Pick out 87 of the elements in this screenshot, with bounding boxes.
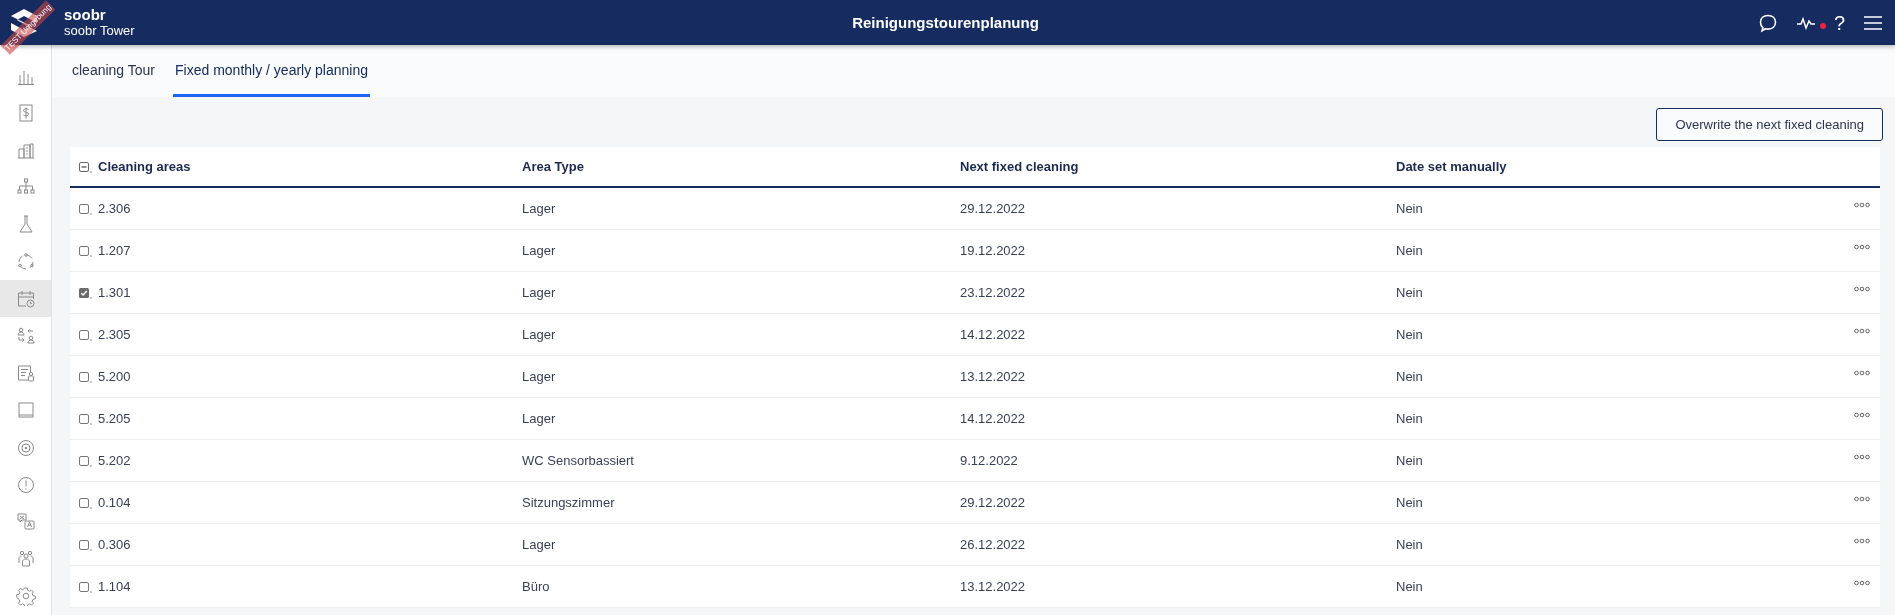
tab[interactable]: cleaning Tour: [70, 45, 158, 97]
checkbox[interactable]: [78, 202, 92, 215]
alert-icon: [15, 474, 36, 495]
checkbox[interactable]: [78, 580, 92, 593]
table-cell: Nein: [1396, 537, 1423, 552]
checkbox[interactable]: [78, 370, 92, 383]
table-cell: Nein: [1396, 201, 1423, 216]
table-cell: Nein: [1396, 327, 1423, 342]
table-cell: 14.12.2022: [960, 327, 1026, 342]
table-cell: 2.305: [98, 327, 131, 342]
pulse-icon[interactable]: [1795, 15, 1816, 30]
more-icon[interactable]: [1854, 537, 1870, 544]
checkbox[interactable]: [78, 160, 92, 173]
tab[interactable]: Fixed monthly / yearly planning: [173, 45, 371, 97]
column-header: Area Type: [522, 159, 584, 174]
table-cell: 5.200: [98, 369, 131, 384]
column-header: Next fixed cleaning: [960, 159, 1079, 174]
more-icon[interactable]: [1854, 579, 1870, 586]
calendar-clock-icon: [15, 288, 36, 309]
table-cell: 19.12.2022: [960, 243, 1026, 258]
table-cell: 9.12.2022: [960, 453, 1018, 468]
checkbox[interactable]: [78, 244, 92, 257]
table-cell: Nein: [1396, 495, 1423, 510]
table-cell: 0.104: [98, 495, 131, 510]
table-cell: Nein: [1396, 369, 1423, 384]
table-cell: Nein: [1396, 285, 1423, 300]
menu-icon[interactable]: [1863, 14, 1883, 31]
table-cell: 1.301: [98, 285, 131, 300]
table-cell: 29.12.2022: [960, 201, 1026, 216]
table-cell: Büro: [522, 579, 550, 594]
table-cell: 1.207: [98, 243, 131, 258]
more-icon[interactable]: [1854, 495, 1870, 502]
checkbox[interactable]: [78, 538, 92, 551]
table-cell: Lager: [522, 201, 556, 216]
column-header: Date set manually: [1396, 159, 1507, 174]
table-cell: Lager: [522, 369, 556, 384]
table-cell: 5.202: [98, 453, 131, 468]
site-name: soobr Tower: [64, 22, 135, 39]
book-icon: [15, 400, 36, 421]
more-icon[interactable]: [1854, 285, 1870, 292]
table-cell: 0.306: [98, 537, 131, 552]
sidebar-item[interactable]: [0, 280, 51, 318]
more-icon[interactable]: [1854, 201, 1870, 208]
page-title: Reinigungstourenplanung: [851, 14, 1040, 31]
table-cell: 1.104: [98, 579, 131, 594]
table-cell: Nein: [1396, 579, 1423, 594]
table-cell: 23.12.2022: [960, 285, 1026, 300]
translate-icon: [15, 512, 36, 533]
table-cell: Sitzungszimmer: [522, 495, 615, 510]
more-icon[interactable]: [1854, 453, 1870, 460]
checkbox[interactable]: [78, 328, 92, 341]
table-cell: 14.12.2022: [960, 411, 1026, 426]
more-icon[interactable]: [1854, 243, 1870, 250]
more-icon[interactable]: [1854, 411, 1870, 418]
table-cell: 13.12.2022: [960, 369, 1026, 384]
more-icon[interactable]: [1854, 327, 1870, 334]
table-cell: 13.12.2022: [960, 579, 1026, 594]
chat-icon[interactable]: [1757, 12, 1778, 33]
table-cell: 26.12.2022: [960, 537, 1026, 552]
people-swap-icon: [15, 326, 36, 346]
table-cell: Nein: [1396, 243, 1423, 258]
more-icon[interactable]: [1854, 369, 1870, 376]
team-icon: [15, 549, 36, 570]
table-cell: WC Sensorbassiert: [522, 453, 634, 468]
table-cell: Lager: [522, 285, 556, 300]
checkbox[interactable]: [78, 496, 92, 509]
brand-name: soobr: [64, 6, 107, 23]
table-cell: Lager: [522, 537, 556, 552]
column-header: Cleaning areas: [98, 159, 191, 174]
table-cell: 5.205: [98, 411, 131, 426]
target-icon: [15, 437, 36, 458]
table-cell: Nein: [1396, 411, 1423, 426]
help-button[interactable]: ?: [1833, 12, 1845, 33]
table-cell: Lager: [522, 327, 556, 342]
table-cell: 2.306: [98, 201, 131, 216]
checkbox[interactable]: [78, 412, 92, 425]
table-cell: Lager: [522, 411, 556, 426]
overwrite-button[interactable]: Overwrite the next fixed cleaning: [1656, 108, 1883, 141]
cycle-icon: [15, 251, 36, 272]
table-cell: Lager: [522, 243, 556, 258]
table-cell: 29.12.2022: [960, 495, 1026, 510]
checkbox[interactable]: [78, 454, 92, 467]
settings-icon: [15, 586, 36, 607]
buildings-icon: [15, 140, 36, 160]
checkbox[interactable]: [78, 286, 92, 299]
table-cell: Nein: [1396, 453, 1423, 468]
document-person-icon: [15, 363, 36, 384]
